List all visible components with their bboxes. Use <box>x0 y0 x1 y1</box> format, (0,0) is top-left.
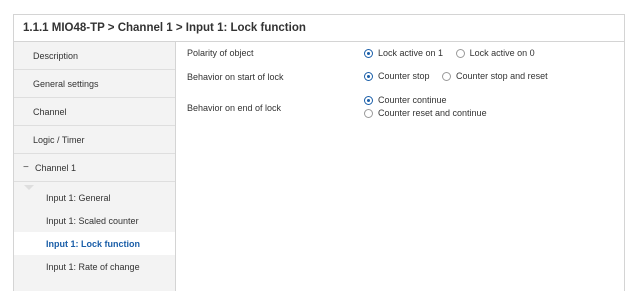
radio-selected-icon[interactable] <box>364 71 373 81</box>
radio-lock-active-on-0[interactable]: Lock active on 0 <box>455 48 535 58</box>
caret-down-icon <box>24 185 34 190</box>
sidebar-item-label: Input 1: Lock function <box>46 238 140 249</box>
sidebar-item-logic-timer[interactable]: Logic / Timer <box>14 126 175 154</box>
collapse-icon[interactable]: − <box>23 162 35 173</box>
radio-label: Counter stop and reset <box>456 71 548 81</box>
radio-unselected-icon[interactable] <box>442 71 452 81</box>
sidebar-sub-items: Input 1: General Input 1: Scaled counter… <box>14 185 175 278</box>
radio-label: Counter reset and continue <box>378 108 487 118</box>
radio-label: Counter continue <box>378 95 447 105</box>
polarity-radio-group: Lock active on 1 Lock active on 0 <box>364 48 545 60</box>
lock-function-panel: 1.1.1 MIO48-TP > Channel 1 > Input 1: Lo… <box>13 14 625 291</box>
sidebar-item-channel[interactable]: Channel <box>14 98 175 126</box>
sidebar-item-label: Input 1: Scaled counter <box>46 215 139 226</box>
radio-unselected-icon[interactable] <box>364 108 373 118</box>
sidebar-group-label: Channel 1 <box>35 162 77 173</box>
radio-label: Lock active on 0 <box>469 48 535 58</box>
sidebar-item-general-settings[interactable]: General settings <box>14 70 175 98</box>
param-label-polarity: Polarity of object <box>187 48 254 58</box>
radio-counter-stop-and-reset[interactable]: Counter stop and reset <box>442 71 548 81</box>
sidebar-item-label: Channel <box>33 106 67 117</box>
sidebar: Description General settings Channel Log… <box>14 42 176 291</box>
sidebar-item-description[interactable]: Description <box>14 42 175 70</box>
sidebar-item-input-1-general[interactable]: Input 1: General <box>14 186 175 209</box>
radio-unselected-icon[interactable] <box>455 48 465 58</box>
sidebar-group-channel-1[interactable]: − Channel 1 <box>14 154 175 182</box>
radio-selected-icon[interactable] <box>364 48 373 58</box>
sidebar-item-label: Input 1: General <box>46 192 111 203</box>
breadcrumb: 1.1.1 MIO48-TP > Channel 1 > Input 1: Lo… <box>14 15 624 42</box>
radio-selected-icon[interactable] <box>364 95 373 105</box>
radio-label: Lock active on 1 <box>378 48 444 58</box>
sidebar-item-label: Description <box>33 50 79 61</box>
radio-counter-continue[interactable]: Counter continue <box>364 95 487 105</box>
radio-label: Counter stop <box>378 71 430 81</box>
sidebar-item-label: General settings <box>33 78 99 89</box>
start-of-lock-radio-group: Counter stop Counter stop and reset <box>364 71 558 83</box>
radio-counter-stop[interactable]: Counter stop <box>364 71 430 81</box>
radio-counter-reset-and-continue[interactable]: Counter reset and continue <box>364 108 487 118</box>
end-of-lock-radio-group: Counter continue Counter reset and conti… <box>364 95 497 121</box>
sidebar-item-label: Logic / Timer <box>33 134 85 145</box>
sidebar-item-input-1-rate-of-change[interactable]: Input 1: Rate of change <box>14 255 175 278</box>
radio-lock-active-on-1[interactable]: Lock active on 1 <box>364 48 443 58</box>
sidebar-item-input-1-scaled-counter[interactable]: Input 1: Scaled counter <box>14 209 175 232</box>
sidebar-item-label: Input 1: Rate of change <box>46 261 140 272</box>
param-label-end-of-lock: Behavior on end of lock <box>187 103 282 113</box>
sidebar-item-input-1-lock-function[interactable]: Input 1: Lock function <box>14 232 175 255</box>
parameter-area: Polarity of object Lock active on 1 Lock… <box>176 42 624 291</box>
param-label-start-of-lock: Behavior on start of lock <box>187 72 284 82</box>
